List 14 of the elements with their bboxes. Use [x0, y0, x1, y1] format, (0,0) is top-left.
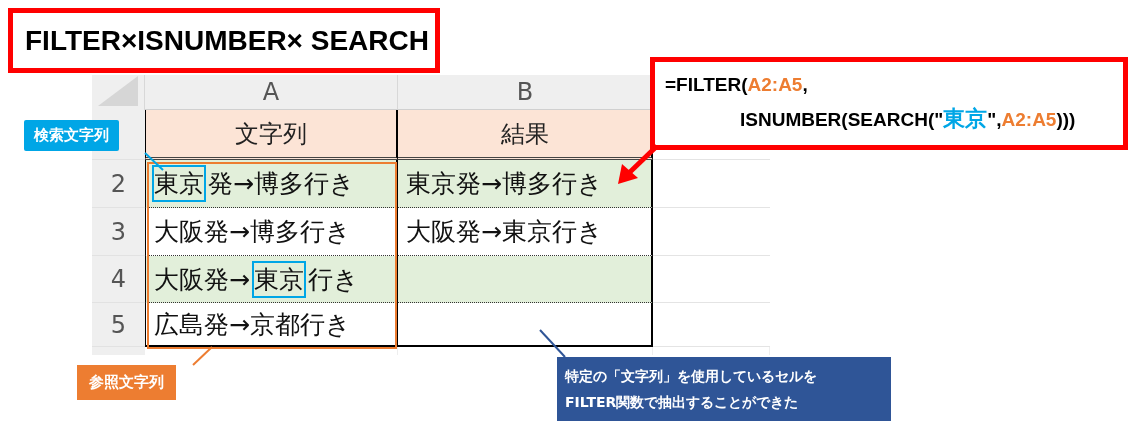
table-cell: 広島発→京都行き [145, 303, 398, 347]
callout-tooltip: 特定の「文字列」を使用しているセルを FILTER関数で抽出することができた [557, 357, 891, 421]
table-cell: 大阪発→東京行き [398, 208, 653, 256]
formula-line: ISNUMBER(SEARCH("東京",A2:A5))) [740, 104, 1076, 133]
formula-line: =FILTER(A2:A5, [665, 73, 808, 96]
table-cell: 大阪発→ 東京 行き [145, 256, 398, 303]
title: FILTER×ISNUMBER× SEARCH [25, 24, 429, 57]
table-cell: 東京 発→博多行き [145, 160, 398, 208]
header-cell: 結果 [398, 110, 653, 160]
callout-tooltip: 参照文字列 [77, 365, 176, 400]
header-cell: 文字列 [145, 110, 398, 160]
table-cell: 大阪発→博多行き [145, 208, 398, 256]
callout-tooltip: 検索文字列 [24, 120, 119, 151]
table-cell: 東京発→博多行き [398, 160, 653, 208]
